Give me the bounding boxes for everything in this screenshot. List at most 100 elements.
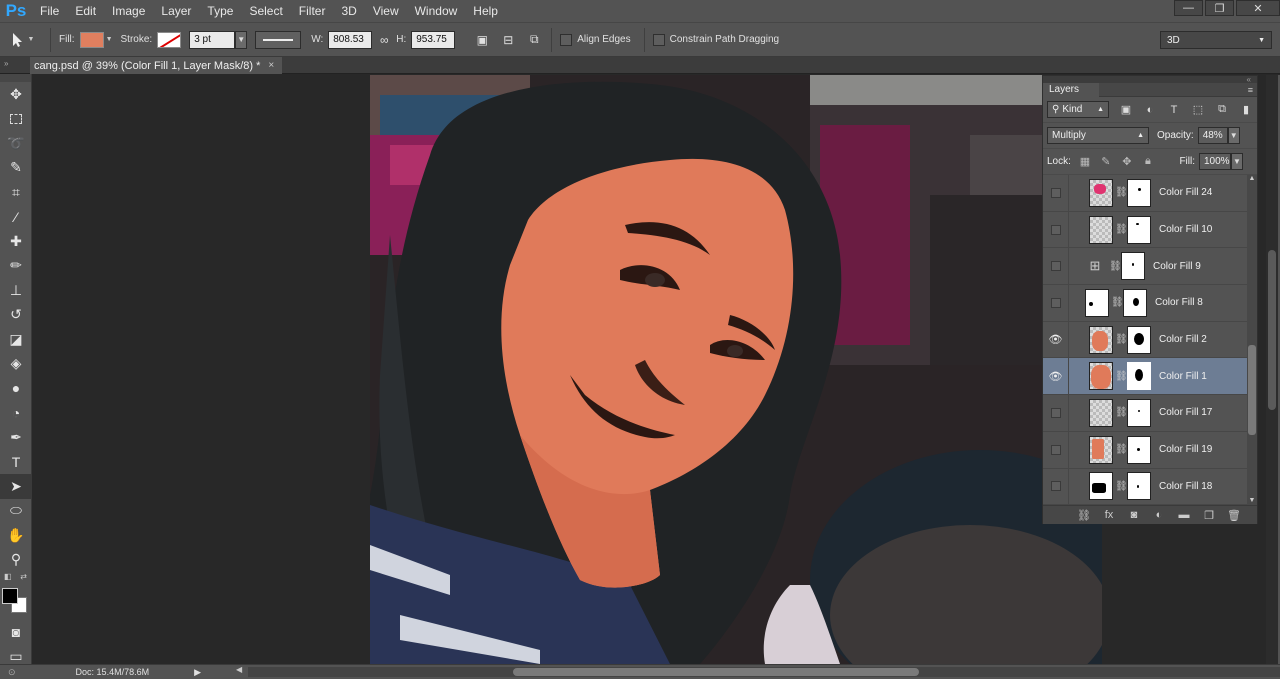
collapse-panel-icon[interactable]: « — [1247, 75, 1251, 84]
canvas-vertical-scrollbar[interactable] — [1266, 75, 1278, 664]
layer-row[interactable]: ⛓︎ Color Fill 8 — [1043, 284, 1257, 322]
healing-brush-tool-icon[interactable]: ✚ — [0, 229, 32, 254]
menu-layer[interactable]: Layer — [153, 0, 199, 22]
layer-style-icon[interactable]: fx — [1102, 508, 1116, 522]
hand-tool-icon[interactable]: ✋ — [0, 523, 32, 548]
layer-mask-thumbnail[interactable] — [1127, 325, 1151, 354]
panel-menu-icon[interactable]: ≡ — [1248, 85, 1253, 95]
link-icon[interactable]: ⛓︎ — [1115, 334, 1128, 345]
document-tab[interactable]: cang.psd @ 39% (Color Fill 1, Layer Mask… — [30, 57, 283, 74]
foreground-color-swatch[interactable] — [2, 588, 18, 604]
menu-edit[interactable]: Edit — [67, 0, 104, 22]
layer-mask-thumbnail[interactable] — [1127, 435, 1151, 464]
tab-layers[interactable]: Layers — [1043, 82, 1100, 97]
visibility-toggle[interactable] — [1043, 431, 1069, 468]
status-options-icon[interactable]: ⊙ — [8, 667, 16, 678]
minimize-button[interactable]: — — [1174, 0, 1203, 16]
status-menu-arrow-icon[interactable]: ▶ — [194, 667, 201, 678]
filter-toggle-icon[interactable]: ▮ — [1239, 103, 1253, 117]
layer-mask-thumbnail[interactable] — [1121, 252, 1145, 281]
opacity-slider-button[interactable]: ▼ — [1227, 127, 1240, 144]
visibility-toggle[interactable] — [1043, 211, 1069, 248]
scroll-down-icon[interactable]: ▼ — [1248, 497, 1256, 505]
path-arrangement-icon[interactable]: ⧉ — [525, 31, 543, 49]
default-colors-icon[interactable]: ◧ — [4, 572, 12, 584]
shape-filter-icon[interactable]: ⬚ — [1191, 103, 1205, 117]
new-adjustment-layer-icon[interactable]: ◐ — [1152, 508, 1166, 522]
menu-image[interactable]: Image — [104, 0, 153, 22]
move-tool-icon[interactable]: ✥ — [0, 82, 32, 107]
path-selection-tool-icon[interactable]: ➤ — [0, 474, 32, 499]
document-canvas[interactable] — [370, 75, 1102, 664]
new-group-icon[interactable]: ▬ — [1177, 508, 1191, 522]
link-icon[interactable]: ⛓︎ — [1115, 407, 1128, 418]
lasso-tool-icon[interactable]: ➰ — [0, 131, 32, 156]
menu-window[interactable]: Window — [407, 0, 466, 22]
scroll-thumb[interactable] — [513, 668, 919, 676]
canvas-horizontal-scrollbar[interactable]: ◀ — [236, 665, 1280, 677]
scroll-up-icon[interactable]: ▲ — [1248, 175, 1256, 183]
fill-swatch[interactable] — [79, 31, 104, 48]
clone-stamp-tool-icon[interactable]: ⊥ — [0, 278, 32, 303]
menu-type[interactable]: Type — [199, 0, 241, 22]
layers-scrollbar[interactable]: ▲ ▼ — [1247, 175, 1257, 505]
blur-tool-icon[interactable]: ● — [0, 376, 32, 401]
dodge-tool-icon[interactable]: ◔ — [0, 401, 32, 426]
type-tool-icon[interactable]: T — [0, 450, 32, 475]
visibility-toggle[interactable] — [1043, 248, 1069, 285]
layer-row[interactable]: ⊞ ⛓︎ Color Fill 9 — [1043, 248, 1257, 286]
type-filter-icon[interactable]: T — [1167, 103, 1181, 117]
link-icon[interactable]: ⛓︎ — [1115, 481, 1128, 492]
delete-layer-icon[interactable]: 🗑︎ — [1227, 508, 1241, 522]
link-layers-icon[interactable]: ⛓︎ — [1077, 508, 1091, 522]
layer-mask-thumbnail[interactable] — [1123, 288, 1147, 317]
lock-position-icon[interactable]: ✥ — [1120, 155, 1134, 169]
adjustment-filter-icon[interactable]: ◐ — [1143, 103, 1157, 117]
height-field[interactable]: 953.75 — [411, 30, 456, 49]
smart-object-filter-icon[interactable]: ⧉ — [1215, 103, 1229, 117]
layer-row[interactable]: 👁︎ ⛓︎ Color Fill 2 — [1043, 321, 1257, 359]
layer-mask-thumbnail[interactable] — [1127, 362, 1151, 391]
crop-tool-icon[interactable]: ⌗ — [0, 180, 32, 205]
pen-tool-icon[interactable]: ✒ — [0, 425, 32, 450]
layer-row[interactable]: 👁︎ ⛓︎ Color Fill 1 — [1043, 358, 1257, 396]
layer-row[interactable]: ⛓︎ Color Fill 24 — [1043, 175, 1257, 212]
link-icon[interactable]: ⛓︎ — [1115, 444, 1128, 455]
constrain-path-checkbox[interactable] — [652, 33, 665, 46]
zoom-tool-icon[interactable]: ⚲ — [0, 548, 32, 573]
layer-mask-thumbnail[interactable] — [1127, 215, 1151, 244]
layer-mask-thumbnail[interactable] — [1127, 178, 1151, 207]
layer-row[interactable]: ⛓︎ Color Fill 17 — [1043, 394, 1257, 432]
stroke-swatch[interactable] — [157, 31, 182, 48]
path-alignment-icon[interactable]: ⊟ — [499, 31, 517, 49]
visibility-toggle[interactable] — [1043, 468, 1069, 505]
scroll-thumb[interactable] — [1268, 250, 1276, 410]
visibility-toggle[interactable] — [1043, 284, 1069, 321]
quick-selection-tool-icon[interactable]: ✎ — [0, 156, 32, 181]
menu-filter[interactable]: Filter — [291, 0, 334, 22]
history-brush-tool-icon[interactable]: ↺ — [0, 303, 32, 328]
menu-view[interactable]: View — [365, 0, 407, 22]
scroll-left-icon[interactable]: ◀ — [236, 665, 242, 674]
paint-bucket-tool-icon[interactable]: ◈ — [0, 352, 32, 377]
marquee-tool-icon[interactable] — [0, 107, 32, 132]
visibility-toggle[interactable] — [1043, 175, 1069, 211]
close-button[interactable]: ✕ — [1236, 0, 1280, 16]
close-tab-icon[interactable]: × — [268, 60, 274, 71]
lock-transparent-icon[interactable]: ▦ — [1078, 155, 1092, 169]
workspace-switcher[interactable]: 3D ▼ — [1160, 31, 1272, 49]
lock-all-icon[interactable]: 🔒︎ — [1141, 155, 1155, 169]
fill-slider-button[interactable]: ▼ — [1231, 153, 1243, 170]
opacity-field[interactable]: 48% — [1197, 127, 1228, 144]
new-layer-icon[interactable]: ❐ — [1202, 508, 1216, 522]
quick-mask-icon[interactable]: ◙ — [0, 620, 32, 645]
link-icon[interactable]: ∞ — [375, 31, 393, 49]
collapse-panel-icon[interactable]: » — [4, 59, 8, 68]
eyedropper-tool-icon[interactable]: ⁄ — [0, 205, 32, 230]
layer-row[interactable]: ⛓︎ Color Fill 19 — [1043, 431, 1257, 469]
link-icon[interactable]: ⛓︎ — [1115, 224, 1128, 235]
lock-image-icon[interactable]: ✎ — [1099, 155, 1113, 169]
link-icon[interactable]: ⛓︎ — [1109, 261, 1122, 272]
visibility-toggle[interactable]: 👁︎ — [1043, 358, 1069, 395]
layer-mask-thumbnail[interactable] — [1127, 472, 1151, 501]
